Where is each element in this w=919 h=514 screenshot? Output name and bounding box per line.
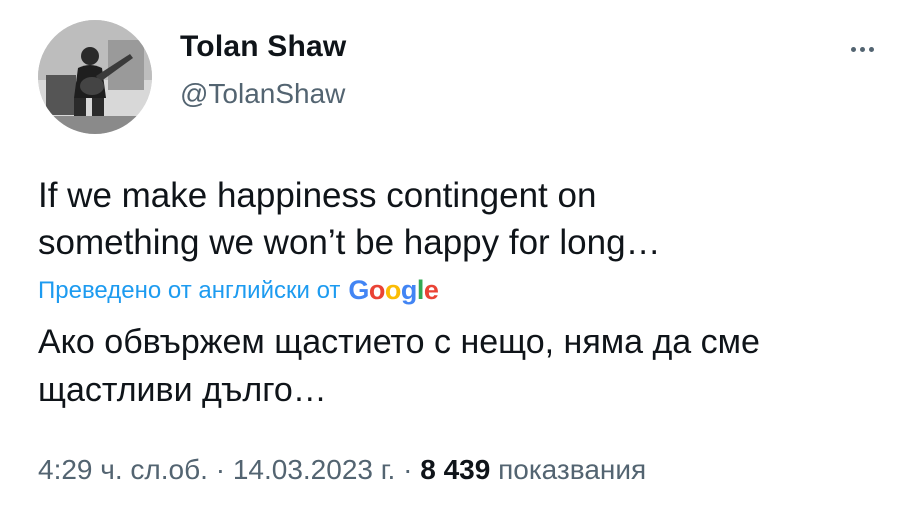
google-logo-letter: l — [416, 275, 425, 305]
meta-separator: · — [403, 454, 413, 485]
translation-attribution-label: Преведено от английски от — [38, 276, 341, 304]
tweet-date[interactable]: 14.03.2023 г. — [233, 454, 396, 485]
more-options-button[interactable] — [842, 34, 882, 64]
translation-attribution[interactable]: Преведено от английски от Google — [38, 275, 439, 306]
tweet-meta: 4:29 ч. сл.об. · 14.03.2023 г. · 8 439 п… — [38, 454, 646, 486]
google-logo-letter: e — [423, 275, 439, 305]
more-horizontal-icon — [868, 46, 874, 52]
tweet-text-line: If we make happiness contingent on — [38, 176, 597, 215]
google-logo-letter: G — [348, 275, 369, 305]
tweet-text: If we make happiness contingent on somet… — [38, 172, 898, 266]
google-logo-letter: o — [368, 275, 386, 305]
translated-text-line: Ако обвържем щастието с нещо, няма да см… — [38, 323, 760, 361]
tweet-time[interactable]: 4:29 ч. сл.об. — [38, 454, 208, 485]
display-name[interactable]: Tolan Shaw — [180, 30, 346, 64]
profile-photo-image — [38, 20, 152, 134]
more-horizontal-icon — [850, 46, 856, 52]
meta-separator: · — [215, 454, 226, 485]
views-count: 8 439 — [420, 454, 491, 485]
tweet-text-line: something we won’t be happy for long… — [38, 223, 661, 262]
handle[interactable]: @TolanShaw — [180, 78, 345, 110]
google-logo-letter: g — [400, 275, 418, 305]
more-horizontal-icon — [859, 46, 865, 52]
translated-text-line: щастливи дълго… — [38, 371, 327, 409]
google-logo-letter: o — [384, 275, 402, 305]
views-label: показвания — [498, 454, 647, 485]
tweet: Tolan Shaw @TolanShaw If we make happine… — [0, 0, 919, 514]
translated-text: Ако обвържем щастието с нещо, няма да см… — [38, 318, 908, 414]
avatar[interactable] — [38, 20, 152, 134]
google-logo: Google — [348, 275, 439, 306]
